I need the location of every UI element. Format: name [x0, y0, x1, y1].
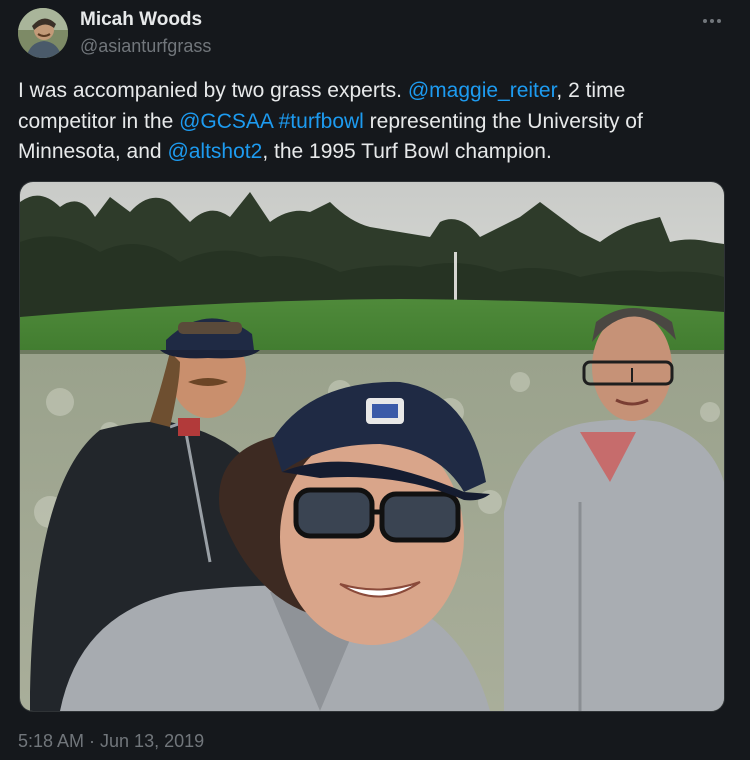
avatar-image — [18, 8, 68, 58]
tweet-text-segment: representing the University of — [363, 109, 643, 133]
tweet-timestamp[interactable]: 5:18 AM · Jun 13, 2019 — [18, 731, 204, 752]
author-name[interactable]: Micah Woods — [80, 9, 202, 31]
tweet-text-segment: , 2 time — [556, 79, 626, 102]
hashtag-turfbowl[interactable]: #turfbowl — [279, 110, 364, 133]
photo-selfie-golf-course — [20, 182, 724, 711]
tweet-text-segment: Minnesota, and — [18, 140, 168, 163]
tweet-text: I was accompanied by two grass experts. … — [18, 76, 718, 168]
mention-maggie-reiter[interactable]: @maggie_reiter — [408, 79, 557, 102]
tweet-photo[interactable] — [19, 181, 725, 712]
mention-gcsaa[interactable]: @GCSAA — [179, 110, 273, 133]
tweet-text-segment: competitor in the — [18, 109, 180, 133]
author-avatar[interactable] — [18, 8, 68, 58]
more-options-button[interactable] — [697, 8, 727, 34]
tweet-text-segment: I was accompanied by two grass experts. — [18, 79, 408, 102]
more-horizontal-icon — [703, 19, 721, 23]
author-handle: @asianturfgrass — [80, 36, 212, 56]
tweet-card: Micah Woods @asianturfgrass I was accomp… — [0, 0, 750, 760]
tweet-text-segment: , the 1995 Turf Bowl champion. — [262, 140, 552, 163]
mention-altshot2[interactable]: @altshot2 — [167, 140, 262, 163]
